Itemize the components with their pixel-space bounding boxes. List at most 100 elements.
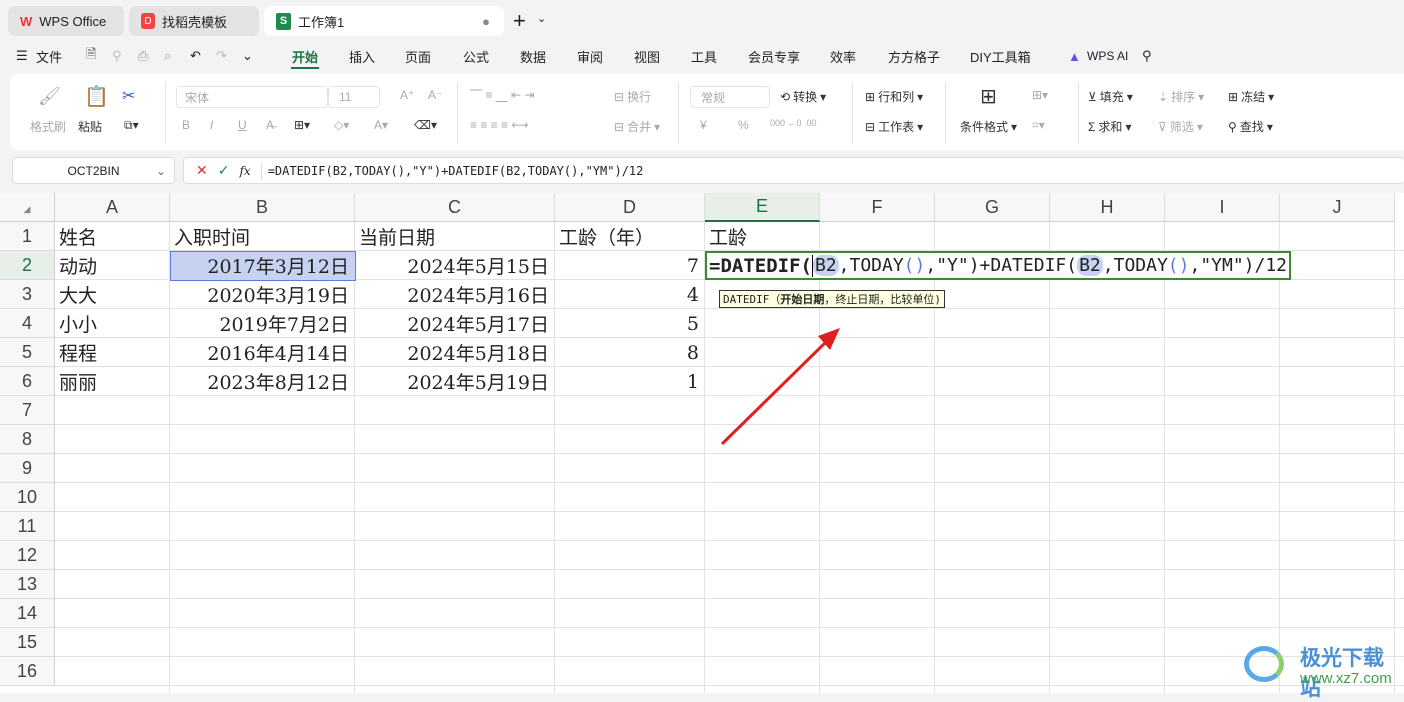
- align-top-group[interactable]: ⎺ ≡ ⎽ ⇤ ⇥: [470, 88, 534, 103]
- column-header-F[interactable]: F: [820, 193, 935, 222]
- menu-tab-efficiency[interactable]: 效率: [830, 47, 856, 66]
- cancel-icon[interactable]: ✕: [196, 162, 208, 179]
- table-cell[interactable]: 4: [555, 280, 703, 309]
- header-cell[interactable]: 工龄（年）: [555, 222, 705, 251]
- table-cell[interactable]: 2016年4月14日: [170, 338, 353, 367]
- new-tab-button[interactable]: +: [513, 8, 526, 34]
- row-header-5[interactable]: 5: [0, 338, 55, 367]
- formula-input[interactable]: =DATEDIF(B2,TODAY(),"Y")+DATEDIF(B2,TODA…: [268, 164, 644, 178]
- hamburger-icon[interactable]: ☰: [16, 48, 28, 64]
- row-header-11[interactable]: 11: [0, 512, 55, 541]
- table-cell[interactable]: 2020年3月19日: [170, 280, 353, 309]
- cell-icon[interactable]: ⌗▾: [1032, 118, 1045, 133]
- currency-button[interactable]: ¥: [700, 118, 707, 132]
- menu-tab-data[interactable]: 数据: [520, 47, 546, 66]
- bold-button[interactable]: B: [182, 118, 190, 132]
- table-cell[interactable]: 程程: [55, 338, 168, 367]
- sort-button[interactable]: ⇣ 排序 ▾: [1158, 88, 1204, 105]
- table-cell[interactable]: 动动: [55, 251, 168, 280]
- italic-button[interactable]: I: [210, 118, 213, 132]
- row-header-8[interactable]: 8: [0, 425, 55, 454]
- style-icon[interactable]: ⊞▾: [1032, 88, 1048, 102]
- row-header-10[interactable]: 10: [0, 483, 55, 512]
- table-cell[interactable]: 7: [555, 251, 703, 280]
- fill-button[interactable]: ⊻ 填充 ▾: [1088, 88, 1133, 105]
- menu-tab-ffgz[interactable]: 方方格子: [888, 47, 940, 66]
- fill-color-icon[interactable]: ◇▾: [334, 118, 349, 132]
- format-painter-button[interactable]: 格式刷: [30, 118, 66, 135]
- column-header-A[interactable]: A: [55, 193, 170, 222]
- table-cell[interactable]: 2024年5月19日: [355, 367, 553, 396]
- tab-wps-office[interactable]: W WPS Office: [8, 6, 124, 36]
- tab-workbook[interactable]: S 工作簿1 ●: [264, 6, 504, 36]
- table-cell[interactable]: 小小: [55, 309, 168, 338]
- table-cell[interactable]: 2024年5月16日: [355, 280, 553, 309]
- table-cell[interactable]: 5: [555, 309, 703, 338]
- find-button[interactable]: ⚲ 查找 ▾: [1228, 118, 1273, 135]
- print-preview-icon[interactable]: ⌕: [164, 48, 171, 64]
- confirm-icon[interactable]: ✓: [218, 162, 230, 179]
- print-icon[interactable]: ⎙: [138, 48, 148, 64]
- row-header-7[interactable]: 7: [0, 396, 55, 425]
- menu-tab-home[interactable]: 开始: [292, 47, 318, 66]
- underline-button[interactable]: U: [238, 118, 247, 132]
- undo-icon[interactable]: ↶: [190, 48, 201, 64]
- border-icon[interactable]: ⊞▾: [294, 118, 310, 132]
- decimal-buttons[interactable]: 000 ←0 .00: [770, 118, 817, 128]
- wrap-button[interactable]: ⊟ 换行: [614, 88, 651, 105]
- column-header-C[interactable]: C: [355, 193, 555, 222]
- column-header-I[interactable]: I: [1165, 193, 1280, 222]
- menu-tab-tools[interactable]: 工具: [691, 47, 717, 66]
- row-header-13[interactable]: 13: [0, 570, 55, 599]
- cut-icon[interactable]: ✂: [122, 86, 135, 106]
- editing-cell-e2[interactable]: =DATEDIF(B2 ,TODAY() ,"Y")+DATEDIF(B2 ,TODA…: [705, 251, 1292, 280]
- row-header-6[interactable]: 6: [0, 367, 55, 396]
- merge-button[interactable]: ⊟ 合并 ▾: [614, 118, 660, 135]
- paste-icon[interactable]: 📋: [84, 84, 109, 109]
- formula-bar[interactable]: ✕ ✓ fx =DATEDIF(B2,TODAY(),"Y")+DATEDIF(…: [183, 157, 1404, 184]
- menu-tab-view[interactable]: 视图: [634, 47, 660, 66]
- more-icon[interactable]: ⌄: [242, 48, 253, 64]
- align-horizontal-group[interactable]: ≡ ≡ ≡ ≡ ⟷: [470, 118, 529, 132]
- table-cell[interactable]: 2024年5月15日: [355, 251, 553, 280]
- row-header-4[interactable]: 4: [0, 309, 55, 338]
- select-all-corner[interactable]: ◢: [0, 193, 55, 222]
- row-header-2[interactable]: 2: [0, 251, 55, 280]
- header-cell[interactable]: 工龄: [705, 222, 820, 251]
- menu-wps-ai[interactable]: WPS AI: [1087, 49, 1128, 63]
- row-col-button[interactable]: ⊞ 行和列 ▾: [865, 88, 923, 105]
- row-header-15[interactable]: 15: [0, 628, 55, 657]
- row-header-16[interactable]: 16: [0, 657, 55, 686]
- column-header-D[interactable]: D: [555, 193, 705, 222]
- header-cell[interactable]: 当前日期: [355, 222, 555, 251]
- font-color-icon[interactable]: A▾: [374, 118, 388, 132]
- chevron-down-icon[interactable]: ⌄: [537, 12, 546, 25]
- search-icon[interactable]: ⚲: [1142, 48, 1152, 64]
- table-cell[interactable]: 2019年7月2日: [170, 309, 353, 338]
- filter-button[interactable]: ⊽ 筛选 ▾: [1158, 118, 1203, 135]
- column-header-B[interactable]: B: [170, 193, 355, 222]
- tab-template[interactable]: D 找稻壳模板: [129, 6, 259, 36]
- format-painter-icon[interactable]: 🖌: [38, 86, 61, 107]
- font-select[interactable]: 宋体: [176, 86, 328, 108]
- menu-file[interactable]: 文件: [36, 47, 62, 66]
- row-header-1[interactable]: 1: [0, 222, 55, 251]
- freeze-button[interactable]: ⊞ 冻结 ▾: [1228, 88, 1274, 105]
- table-cell[interactable]: 8: [555, 338, 703, 367]
- paste-button[interactable]: 粘贴: [78, 118, 102, 135]
- redo-icon[interactable]: ↷: [216, 48, 227, 64]
- name-box[interactable]: OCT2BIN ⌄: [12, 157, 175, 184]
- menu-tab-page[interactable]: 页面: [405, 47, 431, 66]
- row-header-14[interactable]: 14: [0, 599, 55, 628]
- worksheet-button[interactable]: ⊟ 工作表 ▾: [865, 118, 923, 135]
- table-cell[interactable]: 丽丽: [55, 367, 168, 396]
- decrease-font-icon[interactable]: A⁻: [428, 88, 442, 102]
- header-cell[interactable]: 姓名: [55, 222, 170, 251]
- table-cell[interactable]: 大大: [55, 280, 168, 309]
- table-cell[interactable]: 2024年5月18日: [355, 338, 553, 367]
- percent-button[interactable]: %: [738, 118, 749, 132]
- save-icon[interactable]: 🗎: [86, 45, 96, 67]
- column-header-G[interactable]: G: [935, 193, 1050, 222]
- fx-icon[interactable]: fx: [239, 164, 250, 178]
- column-header-E[interactable]: E: [705, 193, 820, 222]
